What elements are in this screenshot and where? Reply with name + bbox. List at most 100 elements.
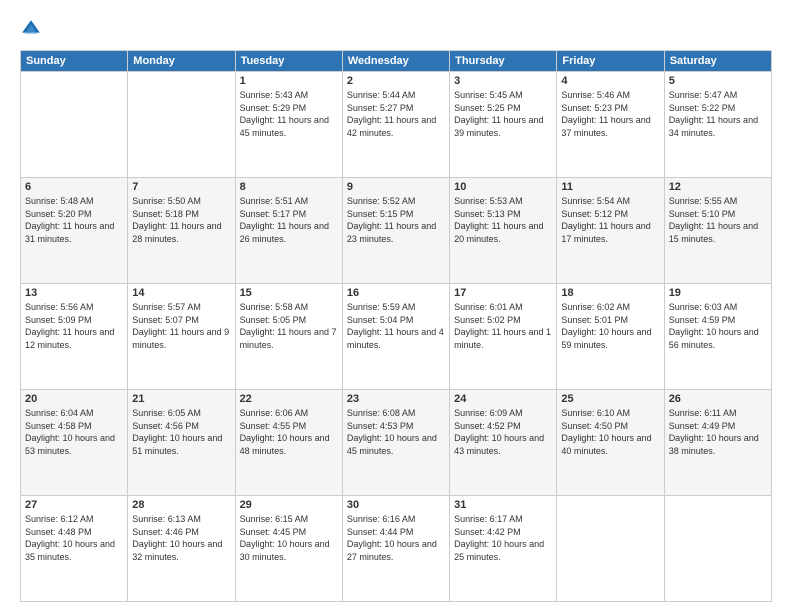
- day-cell: 29Sunrise: 6:15 AM Sunset: 4:45 PM Dayli…: [235, 496, 342, 602]
- day-info: Sunrise: 5:47 AM Sunset: 5:22 PM Dayligh…: [669, 89, 767, 139]
- day-cell: 3 Sunrise: 5:45 AM Sunset: 5:25 PM Daylig…: [450, 72, 557, 178]
- logo: [20, 18, 46, 40]
- day-header-tuesday: Tuesday: [235, 51, 342, 72]
- day-number: 14: [132, 287, 230, 299]
- day-cell: [557, 496, 664, 602]
- day-info: Sunrise: 5:48 AM Sunset: 5:20 PM Dayligh…: [25, 195, 123, 245]
- day-cell: 22 Sunrise: 6:06 AM Sunset: 4:55 PM Dayli…: [235, 390, 342, 496]
- day-info: Sunrise: 6:02 AM Sunset: 5:01 PM Dayligh…: [561, 301, 659, 351]
- day-header-saturday: Saturday: [664, 51, 771, 72]
- day-cell: 21 Sunrise: 6:05 AM Sunset: 4:56 PM Dayli…: [128, 390, 235, 496]
- day-number: 27: [25, 499, 123, 511]
- day-number: 4: [561, 75, 659, 87]
- day-header-friday: Friday: [557, 51, 664, 72]
- day-header-monday: Monday: [128, 51, 235, 72]
- day-number: 7: [132, 181, 230, 193]
- day-info: Sunrise: 5:46 AM Sunset: 5:23 PM Dayligh…: [561, 89, 659, 139]
- day-cell: 20 Sunrise: 6:04 AM Sunset: 4:58 PM Dayli…: [21, 390, 128, 496]
- day-number: 15: [240, 287, 338, 299]
- day-info: Sunrise: 6:01 AM Sunset: 5:02 PM Dayligh…: [454, 301, 552, 351]
- day-info: Sunrise: 5:58 AM Sunset: 5:05 PM Dayligh…: [240, 301, 338, 351]
- day-info: Sunrise: 6:09 AM Sunset: 4:52 PM Dayligh…: [454, 407, 552, 457]
- day-number: 3: [454, 75, 552, 87]
- day-info: Sunrise: 6:06 AM Sunset: 4:55 PM Dayligh…: [240, 407, 338, 457]
- day-cell: 19Sunrise: 6:03 AM Sunset: 4:59 PM Dayli…: [664, 284, 771, 390]
- day-cell: 1Sunrise: 5:43 AM Sunset: 5:29 PM Daylig…: [235, 72, 342, 178]
- week-row-5: 27 Sunrise: 6:12 AM Sunset: 4:48 PM Dayli…: [21, 496, 772, 602]
- day-info: Sunrise: 6:16 AM Sunset: 4:44 PM Dayligh…: [347, 513, 445, 563]
- day-number: 30: [347, 499, 445, 511]
- day-cell: 15 Sunrise: 5:58 AM Sunset: 5:05 PM Dayli…: [235, 284, 342, 390]
- day-number: 9: [347, 181, 445, 193]
- day-cell: 24 Sunrise: 6:09 AM Sunset: 4:52 PM Dayli…: [450, 390, 557, 496]
- day-cell: 7 Sunrise: 5:50 AM Sunset: 5:18 PM Daylig…: [128, 178, 235, 284]
- day-number: 26: [669, 393, 767, 405]
- day-info: Sunrise: 5:50 AM Sunset: 5:18 PM Dayligh…: [132, 195, 230, 245]
- day-cell: 28Sunrise: 6:13 AM Sunset: 4:46 PM Dayli…: [128, 496, 235, 602]
- day-number: 22: [240, 393, 338, 405]
- day-cell: 11 Sunrise: 5:54 AM Sunset: 5:12 PM Dayli…: [557, 178, 664, 284]
- day-number: 17: [454, 287, 552, 299]
- day-info: Sunrise: 6:15 AM Sunset: 4:45 PM Dayligh…: [240, 513, 338, 563]
- day-header-wednesday: Wednesday: [342, 51, 449, 72]
- day-info: Sunrise: 5:54 AM Sunset: 5:12 PM Dayligh…: [561, 195, 659, 245]
- day-cell: 12 Sunrise: 5:55 AM Sunset: 5:10 PM Dayli…: [664, 178, 771, 284]
- day-info: Sunrise: 5:45 AM Sunset: 5:25 PM Dayligh…: [454, 89, 552, 139]
- day-number: 10: [454, 181, 552, 193]
- day-info: Sunrise: 5:44 AM Sunset: 5:27 PM Dayligh…: [347, 89, 445, 139]
- header: [20, 18, 772, 40]
- day-cell: 4 Sunrise: 5:46 AM Sunset: 5:23 PM Daylig…: [557, 72, 664, 178]
- day-cell: 31Sunrise: 6:17 AM Sunset: 4:42 PM Dayli…: [450, 496, 557, 602]
- day-number: 25: [561, 393, 659, 405]
- day-info: Sunrise: 6:05 AM Sunset: 4:56 PM Dayligh…: [132, 407, 230, 457]
- day-header-sunday: Sunday: [21, 51, 128, 72]
- day-cell: 27 Sunrise: 6:12 AM Sunset: 4:48 PM Dayli…: [21, 496, 128, 602]
- day-header-thursday: Thursday: [450, 51, 557, 72]
- week-row-2: 6 Sunrise: 5:48 AM Sunset: 5:20 PM Daylig…: [21, 178, 772, 284]
- day-number: 6: [25, 181, 123, 193]
- day-cell: 25Sunrise: 6:10 AM Sunset: 4:50 PM Dayli…: [557, 390, 664, 496]
- day-cell: 14 Sunrise: 5:57 AM Sunset: 5:07 PM Dayli…: [128, 284, 235, 390]
- calendar-body: 1Sunrise: 5:43 AM Sunset: 5:29 PM Daylig…: [21, 72, 772, 602]
- day-number: 11: [561, 181, 659, 193]
- calendar-header: SundayMondayTuesdayWednesdayThursdayFrid…: [21, 51, 772, 72]
- day-cell: 23 Sunrise: 6:08 AM Sunset: 4:53 PM Dayli…: [342, 390, 449, 496]
- day-info: Sunrise: 6:11 AM Sunset: 4:49 PM Dayligh…: [669, 407, 767, 457]
- day-number: 1: [240, 75, 338, 87]
- day-info: Sunrise: 5:55 AM Sunset: 5:10 PM Dayligh…: [669, 195, 767, 245]
- day-info: Sunrise: 5:56 AM Sunset: 5:09 PM Dayligh…: [25, 301, 123, 351]
- day-cell: 30 Sunrise: 6:16 AM Sunset: 4:44 PM Dayli…: [342, 496, 449, 602]
- day-info: Sunrise: 6:04 AM Sunset: 4:58 PM Dayligh…: [25, 407, 123, 457]
- day-number: 5: [669, 75, 767, 87]
- day-cell: 9 Sunrise: 5:52 AM Sunset: 5:15 PM Daylig…: [342, 178, 449, 284]
- day-cell: 10 Sunrise: 5:53 AM Sunset: 5:13 PM Dayli…: [450, 178, 557, 284]
- day-info: Sunrise: 5:52 AM Sunset: 5:15 PM Dayligh…: [347, 195, 445, 245]
- day-info: Sunrise: 6:12 AM Sunset: 4:48 PM Dayligh…: [25, 513, 123, 563]
- day-cell: 26 Sunrise: 6:11 AM Sunset: 4:49 PM Dayli…: [664, 390, 771, 496]
- week-row-1: 1Sunrise: 5:43 AM Sunset: 5:29 PM Daylig…: [21, 72, 772, 178]
- day-cell: 2Sunrise: 5:44 AM Sunset: 5:27 PM Daylig…: [342, 72, 449, 178]
- day-number: 21: [132, 393, 230, 405]
- day-cell: [128, 72, 235, 178]
- day-info: Sunrise: 5:51 AM Sunset: 5:17 PM Dayligh…: [240, 195, 338, 245]
- day-number: 13: [25, 287, 123, 299]
- day-number: 23: [347, 393, 445, 405]
- day-info: Sunrise: 5:53 AM Sunset: 5:13 PM Dayligh…: [454, 195, 552, 245]
- week-row-4: 20 Sunrise: 6:04 AM Sunset: 4:58 PM Dayli…: [21, 390, 772, 496]
- day-number: 24: [454, 393, 552, 405]
- day-cell: 17 Sunrise: 6:01 AM Sunset: 5:02 PM Dayli…: [450, 284, 557, 390]
- calendar-page: SundayMondayTuesdayWednesdayThursdayFrid…: [0, 0, 792, 612]
- day-cell: 16 Sunrise: 5:59 AM Sunset: 5:04 PM Dayli…: [342, 284, 449, 390]
- day-cell: 18Sunrise: 6:02 AM Sunset: 5:01 PM Dayli…: [557, 284, 664, 390]
- day-number: 20: [25, 393, 123, 405]
- day-info: Sunrise: 6:08 AM Sunset: 4:53 PM Dayligh…: [347, 407, 445, 457]
- day-info: Sunrise: 5:59 AM Sunset: 5:04 PM Dayligh…: [347, 301, 445, 351]
- day-number: 16: [347, 287, 445, 299]
- day-info: Sunrise: 5:57 AM Sunset: 5:07 PM Dayligh…: [132, 301, 230, 351]
- day-number: 8: [240, 181, 338, 193]
- day-cell: 8 Sunrise: 5:51 AM Sunset: 5:17 PM Daylig…: [235, 178, 342, 284]
- week-row-3: 13 Sunrise: 5:56 AM Sunset: 5:09 PM Dayli…: [21, 284, 772, 390]
- day-cell: 13 Sunrise: 5:56 AM Sunset: 5:09 PM Dayli…: [21, 284, 128, 390]
- logo-icon: [20, 18, 42, 40]
- day-number: 12: [669, 181, 767, 193]
